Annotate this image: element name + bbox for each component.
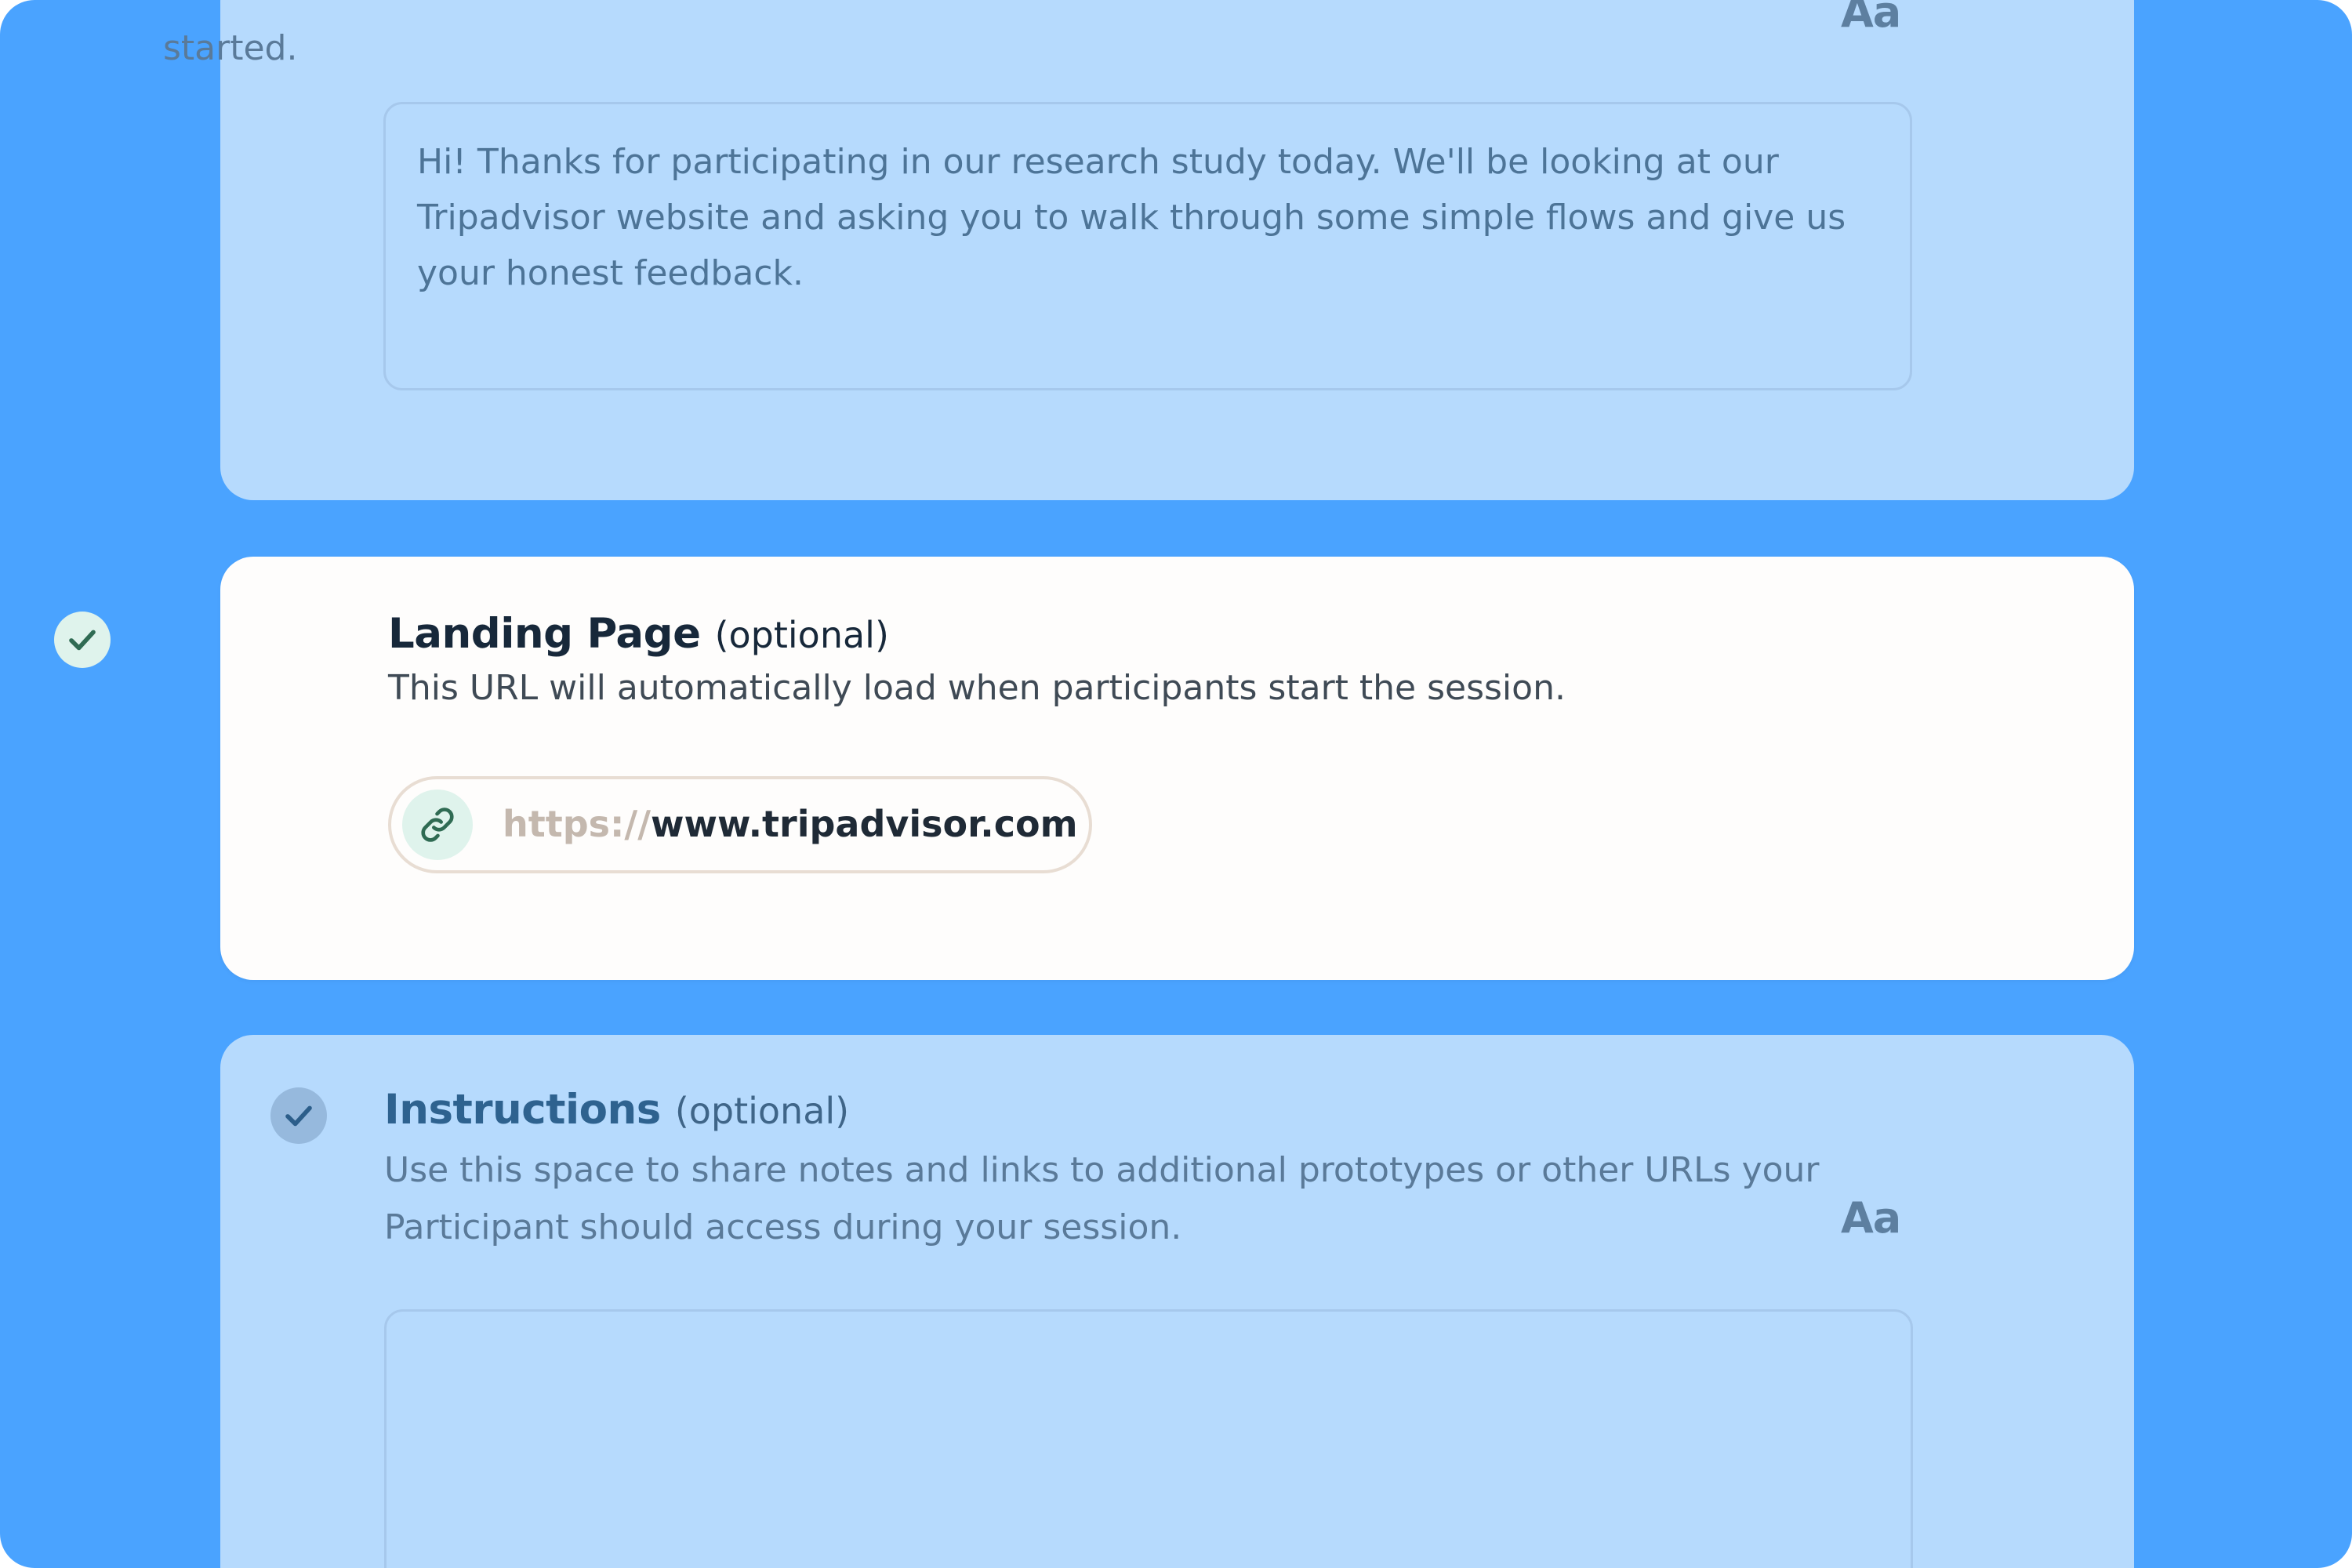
instructions-description: Use this space to share notes and links … (384, 1150, 1820, 1247)
check-icon-glyph (285, 1105, 312, 1127)
check-icon (54, 612, 111, 668)
text-format-icon[interactable]: Aa (1841, 0, 1901, 37)
url-host-value: www.tripadvisor.com (651, 803, 1078, 845)
instructions-title-text: Instructions (384, 1086, 661, 1134)
link-icon (402, 789, 473, 860)
page-canvas: started. Aa Hi! Thanks for participating… (0, 0, 2352, 1568)
landing-page-title-text: Landing Page (388, 610, 701, 658)
landing-page-description: This URL will automatically load when pa… (388, 668, 1566, 708)
check-icon-glyph (69, 630, 96, 651)
landing-page-url-input[interactable]: https://www.tripadvisor.com (388, 776, 1092, 873)
instructions-title: Instructions (optional) (384, 1086, 849, 1134)
welcome-message-text: Hi! Thanks for participating in our rese… (417, 142, 1846, 293)
instructions-check-icon (270, 1087, 327, 1144)
url-protocol-prefix: https:// (503, 803, 652, 845)
landing-page-optional-label: (optional) (714, 614, 889, 656)
instructions-textarea[interactable] (384, 1309, 1913, 1568)
welcome-message-textarea[interactable]: Hi! Thanks for participating in our rese… (383, 102, 1912, 390)
welcome-section-description: started. (163, 28, 298, 68)
landing-page-title: Landing Page (optional) (388, 610, 889, 658)
landing-page-url-value[interactable]: https://www.tripadvisor.com (503, 803, 1078, 845)
link-icon-glyph (421, 808, 454, 842)
text-format-icon[interactable]: Aa (1841, 1193, 1901, 1243)
instructions-optional-label: (optional) (674, 1090, 850, 1132)
